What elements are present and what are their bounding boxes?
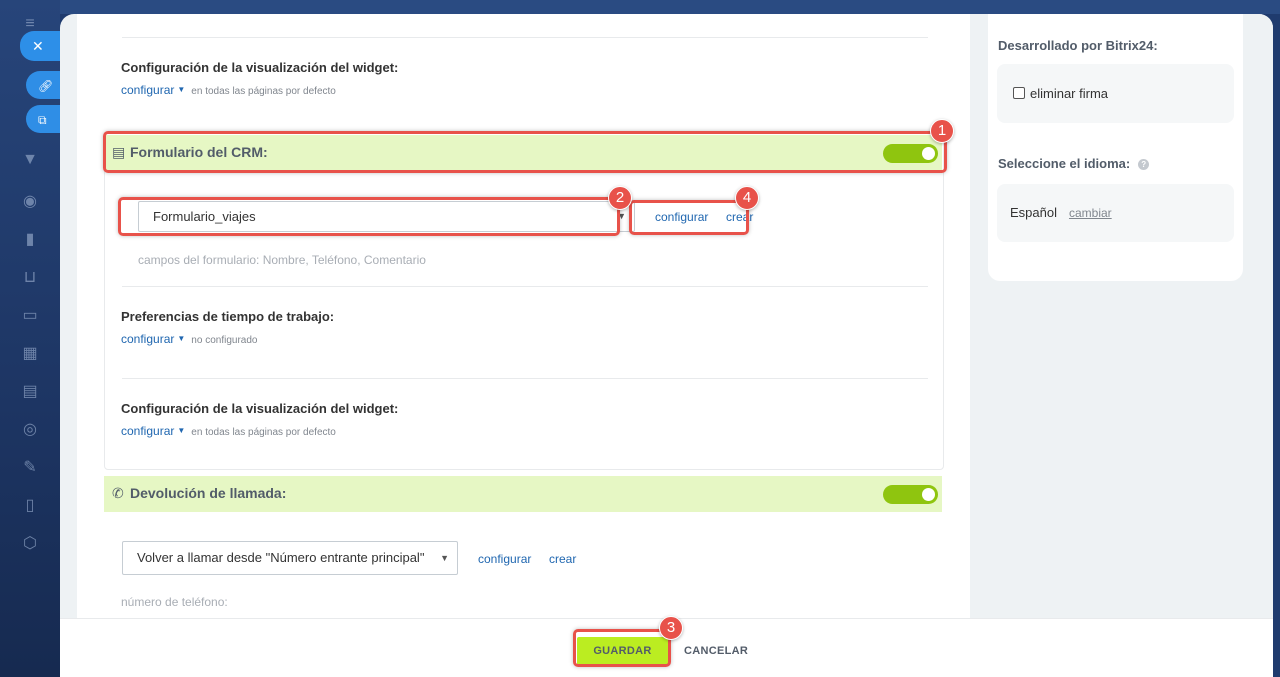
work-time-note: no configurado [191, 335, 258, 346]
callback-select[interactable]: Volver a llamar desde "Número entrante p… [122, 541, 458, 575]
save-button[interactable]: GUARDAR [577, 637, 668, 666]
crm-form-toggle[interactable] [883, 144, 938, 163]
cancel-button[interactable]: CANCELAR [684, 637, 748, 666]
annotation-badge-3: 3 [659, 616, 683, 640]
help-icon[interactable]: ? [1138, 159, 1150, 170]
annotation-badge-1: 1 [930, 119, 954, 143]
chevron-down-icon: ▼ [177, 85, 186, 94]
link-icon: 🔗︎ [38, 79, 54, 93]
phone-callback-icon: ✆ [112, 485, 124, 501]
change-language-link[interactable]: cambiar [1069, 206, 1112, 220]
pen-icon[interactable]: ✎ [20, 458, 40, 478]
app-sidebar-background: ≡ ▼ ◉ ▮ ⊔ ▭ ▦ ▤ ◎ ✎ ▯ ⬡ [0, 0, 60, 677]
crm-form-fields-hint: campos del formulario: Nombre, Teléfono,… [138, 253, 426, 267]
widget-display-configure-link[interactable]: configurar [121, 83, 174, 97]
open-new-window-button[interactable]: ⧉ [26, 105, 62, 133]
calendar-icon[interactable]: ▦ [20, 344, 40, 364]
language-box: Español cambiar [997, 184, 1234, 242]
widget-display-title: Configuración de la visualización del wi… [121, 401, 399, 416]
language-value: Español [1010, 205, 1057, 220]
callback-configure-link[interactable]: configurar [478, 552, 531, 566]
chevron-down-icon: ▼ [177, 334, 186, 343]
close-icon: ✕ [32, 38, 44, 54]
work-time-setting: Preferencias de tiempo de trabajo: confi… [121, 309, 334, 346]
callback-title: Devolución de llamada: [130, 485, 287, 501]
document-icon[interactable]: ▯ [20, 496, 40, 516]
right-settings-card: Desarrollado por Bitrix24: eliminar firm… [988, 14, 1243, 281]
work-time-configure-link[interactable]: configurar [121, 332, 174, 346]
callback-section-header: ✆ Devolución de llamada: [104, 476, 942, 512]
remove-signature-label[interactable]: eliminar firma [1030, 86, 1108, 101]
settings-slider: Configuración de la visualización del wi… [60, 14, 1273, 677]
language-title: Seleccione el idioma: [998, 156, 1131, 171]
widget-display-setting: Configuración de la visualización del wi… [121, 401, 398, 438]
box-icon[interactable]: ⬡ [20, 534, 40, 554]
top-bar-background [60, 0, 1280, 14]
chevron-down-icon: ▼ [440, 553, 449, 563]
crm-form-select-value: Formulario_viajes [153, 209, 256, 224]
callback-select-value: Volver a llamar desde "Número entrante p… [137, 550, 425, 565]
callback-create-link[interactable]: crear [549, 552, 576, 566]
robot-icon[interactable]: ◉ [20, 192, 40, 212]
store-icon[interactable]: ▤ [20, 382, 40, 402]
crm-form-section-header: ▤ Formulario del CRM: [104, 135, 942, 171]
analytics-icon[interactable]: ▮ [20, 230, 40, 250]
widget-display-note: en todas las páginas por defecto [191, 427, 336, 438]
work-time-title: Preferencias de tiempo de trabajo: [121, 309, 335, 324]
signature-box: eliminar firma [997, 64, 1234, 123]
callback-toggle[interactable] [883, 485, 938, 504]
target-icon[interactable]: ◎ [20, 420, 40, 440]
crm-form-select[interactable]: Formulario_viajes ▼ [138, 201, 635, 232]
card-icon[interactable]: ▭ [20, 306, 40, 326]
copy-link-button[interactable]: 🔗︎ [26, 71, 62, 99]
widget-display-title: Configuración de la visualización del wi… [121, 60, 399, 75]
main-settings-column: Configuración de la visualización del wi… [77, 14, 970, 677]
widget-display-configure-link[interactable]: configurar [121, 424, 174, 438]
widget-display-setting: Configuración de la visualización del wi… [121, 60, 398, 97]
divider [122, 37, 928, 38]
language-title-row: Seleccione el idioma:? [998, 156, 1150, 171]
callback-phone-hint: número de teléfono: [121, 595, 228, 609]
developed-by-title: Desarrollado por Bitrix24: [998, 38, 1158, 53]
chevron-down-icon: ▼ [177, 426, 186, 435]
external-link-icon: ⧉ [38, 113, 47, 127]
annotation-badge-4: 4 [735, 186, 759, 210]
crm-form-configure-link[interactable]: configurar [655, 210, 708, 224]
form-icon: ▤ [112, 144, 126, 160]
divider [122, 286, 928, 287]
crm-form-title: Formulario del CRM: [130, 144, 268, 160]
divider [122, 378, 928, 379]
cart-icon[interactable]: ⊔ [20, 268, 40, 288]
remove-signature-checkbox[interactable] [1013, 87, 1025, 99]
crm-form-create-link[interactable]: crear [726, 210, 753, 224]
annotation-badge-2: 2 [608, 186, 632, 210]
close-slider-button[interactable]: ✕ [20, 31, 62, 61]
right-settings-column: Desarrollado por Bitrix24: eliminar firm… [973, 14, 1273, 677]
filter-icon[interactable]: ▼ [20, 150, 40, 170]
widget-display-note: en todas las páginas por defecto [191, 86, 336, 97]
